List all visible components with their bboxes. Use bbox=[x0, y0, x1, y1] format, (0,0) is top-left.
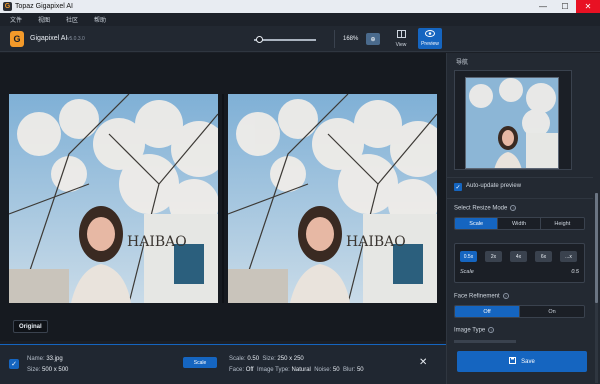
view-label: View bbox=[395, 41, 407, 48]
scale-chip-2x[interactable]: 2x bbox=[485, 251, 502, 262]
auto-update-checkbox[interactable]: ✓ bbox=[454, 183, 462, 191]
help-icon: ? bbox=[502, 293, 509, 299]
menu-help[interactable]: 帮助 bbox=[94, 15, 106, 24]
original-image[interactable]: HAIBAO bbox=[9, 94, 218, 303]
split-view-icon bbox=[396, 29, 406, 41]
file-name: 33.jpg bbox=[46, 356, 63, 362]
file-checkbox[interactable]: ✓ bbox=[9, 359, 19, 369]
scale-label: Scale bbox=[460, 269, 474, 275]
app-icon: G bbox=[3, 2, 12, 11]
output-scale: 0.50 bbox=[247, 356, 260, 362]
maximize-button[interactable]: ☐ bbox=[554, 0, 576, 13]
close-window-button[interactable]: ✕ bbox=[576, 0, 600, 13]
save-label: Save bbox=[521, 358, 535, 365]
original-label: Original bbox=[13, 320, 48, 333]
output-noise: 50 bbox=[332, 367, 340, 373]
menu-community[interactable]: 社区 bbox=[66, 15, 78, 24]
scale-chip-4x[interactable]: 4x bbox=[510, 251, 527, 262]
minimize-button[interactable]: — bbox=[532, 0, 554, 13]
menu-file[interactable]: 文件 bbox=[10, 15, 22, 24]
window-title: Topaz Gigapixel AI bbox=[15, 3, 73, 10]
preview-label: Preview bbox=[421, 41, 439, 47]
resize-mode-selector: Scale Width Height bbox=[454, 217, 585, 230]
watermark-text: HAIBAO bbox=[127, 234, 187, 250]
scale-value: 0.5 bbox=[571, 269, 579, 275]
face-on[interactable]: On bbox=[520, 306, 584, 317]
help-icon: ? bbox=[510, 205, 517, 211]
app-name: Gigapixel AI bbox=[30, 35, 68, 42]
auto-update-label: Auto-update preview bbox=[466, 183, 522, 189]
zoom-slider-handle[interactable] bbox=[256, 36, 263, 43]
save-icon bbox=[509, 357, 517, 366]
side-scrollbar-thumb[interactable] bbox=[595, 193, 598, 303]
side-divider bbox=[447, 177, 593, 178]
output-blur: 50 bbox=[356, 367, 364, 373]
scale-badge-button[interactable]: Scale bbox=[183, 357, 217, 368]
face-refinement-title: Face Refinement? bbox=[454, 293, 509, 300]
settings-panel: 导航 ✓ Auto-update preview Select Resize M… bbox=[446, 53, 600, 384]
menu-view[interactable]: 视图 bbox=[38, 15, 50, 24]
scale-chip-0-5x[interactable]: 0.5x bbox=[460, 251, 477, 262]
output-face: Off bbox=[245, 367, 254, 373]
navigator-thumbnail[interactable] bbox=[465, 77, 559, 169]
preview-image[interactable]: HAIBAO bbox=[228, 94, 437, 303]
save-button[interactable]: Save bbox=[457, 351, 587, 372]
resize-mode-width[interactable]: Width bbox=[498, 218, 541, 229]
file-bar: ✓ Name: 33.jpg Size: 500 x 500 Scale Sca… bbox=[0, 344, 446, 384]
file-info: Name: 33.jpg Size: 500 x 500 bbox=[27, 356, 69, 373]
remove-file-icon[interactable]: ✕ bbox=[419, 357, 427, 368]
toolbar-divider bbox=[334, 30, 335, 48]
output-size: 250 x 250 bbox=[277, 356, 304, 362]
output-info: Scale: 0.50 Size: 250 x 250 Face: Off Im… bbox=[229, 356, 364, 373]
help-icon: ? bbox=[488, 327, 495, 333]
scale-chip-6x[interactable]: 6x bbox=[535, 251, 552, 262]
gigapixel-logo: G bbox=[10, 31, 24, 47]
watermark-text: HAIBAO bbox=[346, 234, 406, 250]
preview-button[interactable]: Preview bbox=[418, 28, 442, 49]
face-off[interactable]: Off bbox=[455, 306, 520, 317]
preview-area: HAIBAO HAIBAO Original bbox=[0, 53, 446, 341]
navigator-title: 导航 bbox=[456, 60, 469, 66]
menu-bar: 文件 视图 社区 帮助 bbox=[0, 13, 600, 26]
zoom-level: 168% bbox=[343, 36, 359, 42]
view-button[interactable]: View bbox=[390, 28, 412, 49]
image-type-selector[interactable] bbox=[454, 340, 516, 343]
zoom-in-icon[interactable]: ⊕ bbox=[366, 33, 380, 45]
resize-mode-title: Select Resize Mode? bbox=[454, 205, 517, 212]
title-bar: G Topaz Gigapixel AI — ☐ ✕ bbox=[0, 0, 600, 13]
app-version: v5.0.3.0 bbox=[67, 36, 85, 42]
side-divider bbox=[447, 198, 593, 199]
split-divider[interactable] bbox=[222, 94, 224, 303]
resize-mode-scale[interactable]: Scale bbox=[455, 218, 499, 229]
scale-options: 0.5x 2x 4x 6x ...x Scale 0.5 bbox=[454, 243, 585, 283]
face-refinement-selector: Off On bbox=[454, 305, 585, 318]
output-type: Natural bbox=[291, 367, 311, 373]
resize-mode-height[interactable]: Height bbox=[540, 218, 584, 229]
eye-icon bbox=[425, 30, 435, 40]
image-type-title: Image Type? bbox=[454, 327, 495, 334]
navigator[interactable] bbox=[454, 70, 572, 170]
zoom-slider[interactable] bbox=[254, 39, 316, 41]
file-size: 500 x 500 bbox=[42, 367, 69, 373]
scale-chip-custom[interactable]: ...x bbox=[560, 251, 577, 262]
